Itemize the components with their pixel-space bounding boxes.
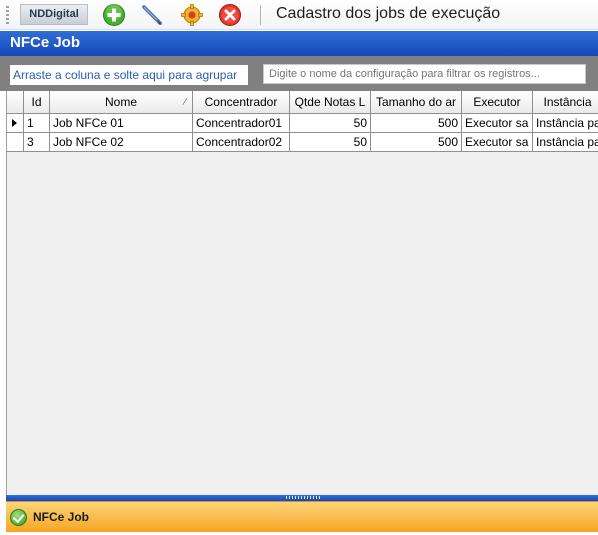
page-title: Cadastro dos jobs de execução: [276, 5, 501, 22]
splitter-grip[interactable]: [286, 496, 322, 499]
table-row[interactable]: 3 Job NFCe 02 Concentrador02 50 500 Exec…: [7, 133, 598, 152]
column-header-nome-label: Nome: [104, 95, 137, 109]
check-icon: [10, 509, 27, 526]
toolbar-separator: [260, 5, 261, 25]
sort-indicator-icon: ⁄: [184, 97, 186, 108]
cell-qtde-notas[interactable]: 50: [290, 133, 371, 152]
section-title: NFCe Job: [10, 34, 81, 51]
cell-id[interactable]: 3: [24, 133, 50, 152]
toolbar-grip[interactable]: [6, 6, 9, 24]
current-row-arrow-icon: [12, 119, 17, 127]
row-indicator: [7, 133, 24, 152]
navigation-item-nfce-job[interactable]: NFCe Job: [6, 501, 598, 532]
row-indicator: [7, 114, 24, 133]
cell-concentrador[interactable]: Concentrador02: [193, 133, 290, 152]
column-header-id[interactable]: Id: [24, 91, 50, 114]
column-header-instancia[interactable]: Instância: [533, 91, 598, 114]
group-panel: Arraste a coluna e solte aqui para agrup…: [0, 56, 598, 91]
cell-concentrador[interactable]: Concentrador01: [193, 114, 290, 133]
grid-header-row: Id Nome ⁄ Concentrador Qtde Notas L Tama…: [7, 91, 598, 114]
cell-tamanho[interactable]: 500: [371, 133, 462, 152]
cell-tamanho[interactable]: 500: [371, 114, 462, 133]
settings-gear-icon[interactable]: [180, 3, 204, 27]
cell-id[interactable]: 1: [24, 114, 50, 133]
delete-icon[interactable]: [218, 3, 242, 27]
cell-nome[interactable]: Job NFCe 02: [50, 133, 193, 152]
edit-pencil-icon[interactable]: [140, 3, 164, 27]
column-header-executor[interactable]: Executor: [462, 91, 533, 114]
row-indicator-header: [7, 91, 24, 114]
section-header: NFCe Job: [0, 31, 598, 56]
column-header-tamanho[interactable]: Tamanho do ar: [371, 91, 462, 114]
cell-executor[interactable]: Executor sa: [462, 133, 533, 152]
cell-instancia[interactable]: Instância pa: [533, 114, 598, 133]
column-header-concentrador[interactable]: Concentrador: [193, 91, 290, 114]
navigation-item-label: NFCe Job: [33, 510, 90, 524]
cell-qtde-notas[interactable]: 50: [290, 114, 371, 133]
cell-instancia[interactable]: Instância pa: [533, 133, 598, 152]
table-row[interactable]: 1 Job NFCe 01 Concentrador01 50 500 Exec…: [7, 114, 598, 133]
group-drop-area[interactable]: Arraste a coluna e solte aqui para agrup…: [10, 65, 248, 85]
nddigital-logo: NDDigital: [20, 4, 88, 25]
add-icon[interactable]: [102, 3, 126, 27]
jobs-grid: Id Nome ⁄ Concentrador Qtde Notas L Tama…: [6, 91, 598, 495]
column-header-nome[interactable]: Nome ⁄: [50, 91, 193, 114]
column-header-qtde-notas[interactable]: Qtde Notas L: [290, 91, 371, 114]
filter-input[interactable]: [263, 64, 586, 84]
cell-executor[interactable]: Executor sa: [462, 114, 533, 133]
cell-nome[interactable]: Job NFCe 01: [50, 114, 193, 133]
toolbar: NDDigital Cadastro dos jobs de execução: [0, 0, 598, 30]
